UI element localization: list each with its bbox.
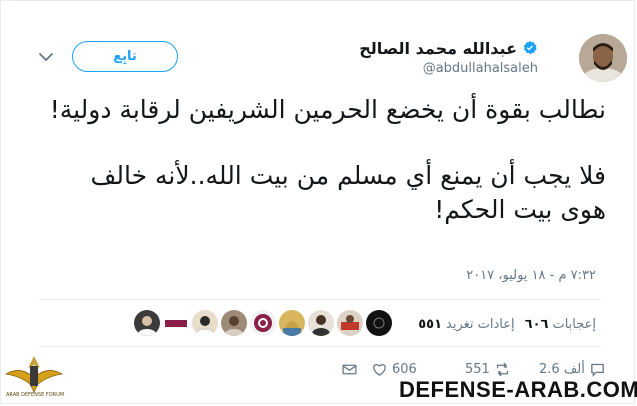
envelope-icon	[342, 364, 357, 375]
display-name[interactable]: عبدالله محمد الصالح	[359, 39, 517, 58]
follow-button[interactable]: تابِع	[72, 41, 178, 72]
verified-badge-icon	[523, 41, 537, 55]
likes-stat[interactable]: ٦٠٦ إعجابات	[525, 317, 596, 332]
liker-avatar[interactable]	[337, 310, 363, 336]
like-button[interactable]: 606	[371, 361, 417, 378]
liker-avatar[interactable]	[134, 310, 160, 336]
author-name-row: عبدالله محمد الصالح	[359, 38, 538, 58]
dm-button[interactable]	[341, 361, 358, 378]
tweet-paragraph: فلا يجب أن يمنع أي مسلم من بيت الله..لأن…	[90, 161, 606, 224]
chevron-down-icon[interactable]	[37, 48, 55, 66]
liker-avatars	[134, 310, 392, 336]
tweet-timestamp[interactable]: ٧:٣٢ م - ١٨ يوليو، ٢٠١٧	[466, 268, 596, 283]
liker-avatar[interactable]	[308, 310, 334, 336]
liker-avatar[interactable]	[192, 310, 218, 336]
watermark-site: DEFENSE-ARAB.COM	[399, 377, 637, 402]
liker-avatar[interactable]	[279, 310, 305, 336]
tweet-card: عبدالله محمد الصالح @abdullahalsaleh تاب…	[0, 0, 635, 404]
forum-logo-caption: ARAB DEFENSE FORUM	[6, 392, 65, 398]
liker-avatar[interactable]	[163, 310, 189, 336]
author-handle[interactable]: @abdullahalsaleh	[423, 61, 538, 76]
divider	[39, 299, 601, 300]
liker-avatar[interactable]	[250, 310, 276, 336]
reply-count: 2.6 ألف	[539, 362, 585, 377]
retweet-count: 551	[465, 362, 490, 377]
tweet-paragraph: نطالب بقوة أن يخضع الحرمين الشريفين لرقا…	[49, 95, 606, 124]
retweets-count: ٥٥١	[418, 316, 443, 332]
reply-icon	[591, 363, 604, 377]
retweet-button[interactable]: 551	[465, 361, 511, 378]
retweets-stat[interactable]: ٥٥١ إعادات تغريد	[418, 317, 514, 332]
tweet-text: نطالب بقوة أن يخضع الحرمين الشريفين لرقا…	[46, 93, 606, 259]
divider	[39, 346, 601, 347]
retweet-icon	[496, 362, 508, 377]
avatar[interactable]	[579, 34, 627, 82]
liker-avatar[interactable]	[366, 310, 392, 336]
retweets-label: إعادات تغريد	[446, 316, 515, 332]
reply-button[interactable]: 2.6 ألف	[539, 361, 606, 378]
like-count: 606	[392, 362, 417, 377]
likes-count: ٦٠٦	[524, 316, 549, 332]
heart-icon	[373, 364, 386, 376]
likes-label: إعجابات	[552, 316, 596, 332]
liker-avatar[interactable]	[221, 310, 247, 336]
engagement-stats: ٥٥١ إعادات تغريد ٦٠٦ إعجابات	[418, 311, 596, 337]
